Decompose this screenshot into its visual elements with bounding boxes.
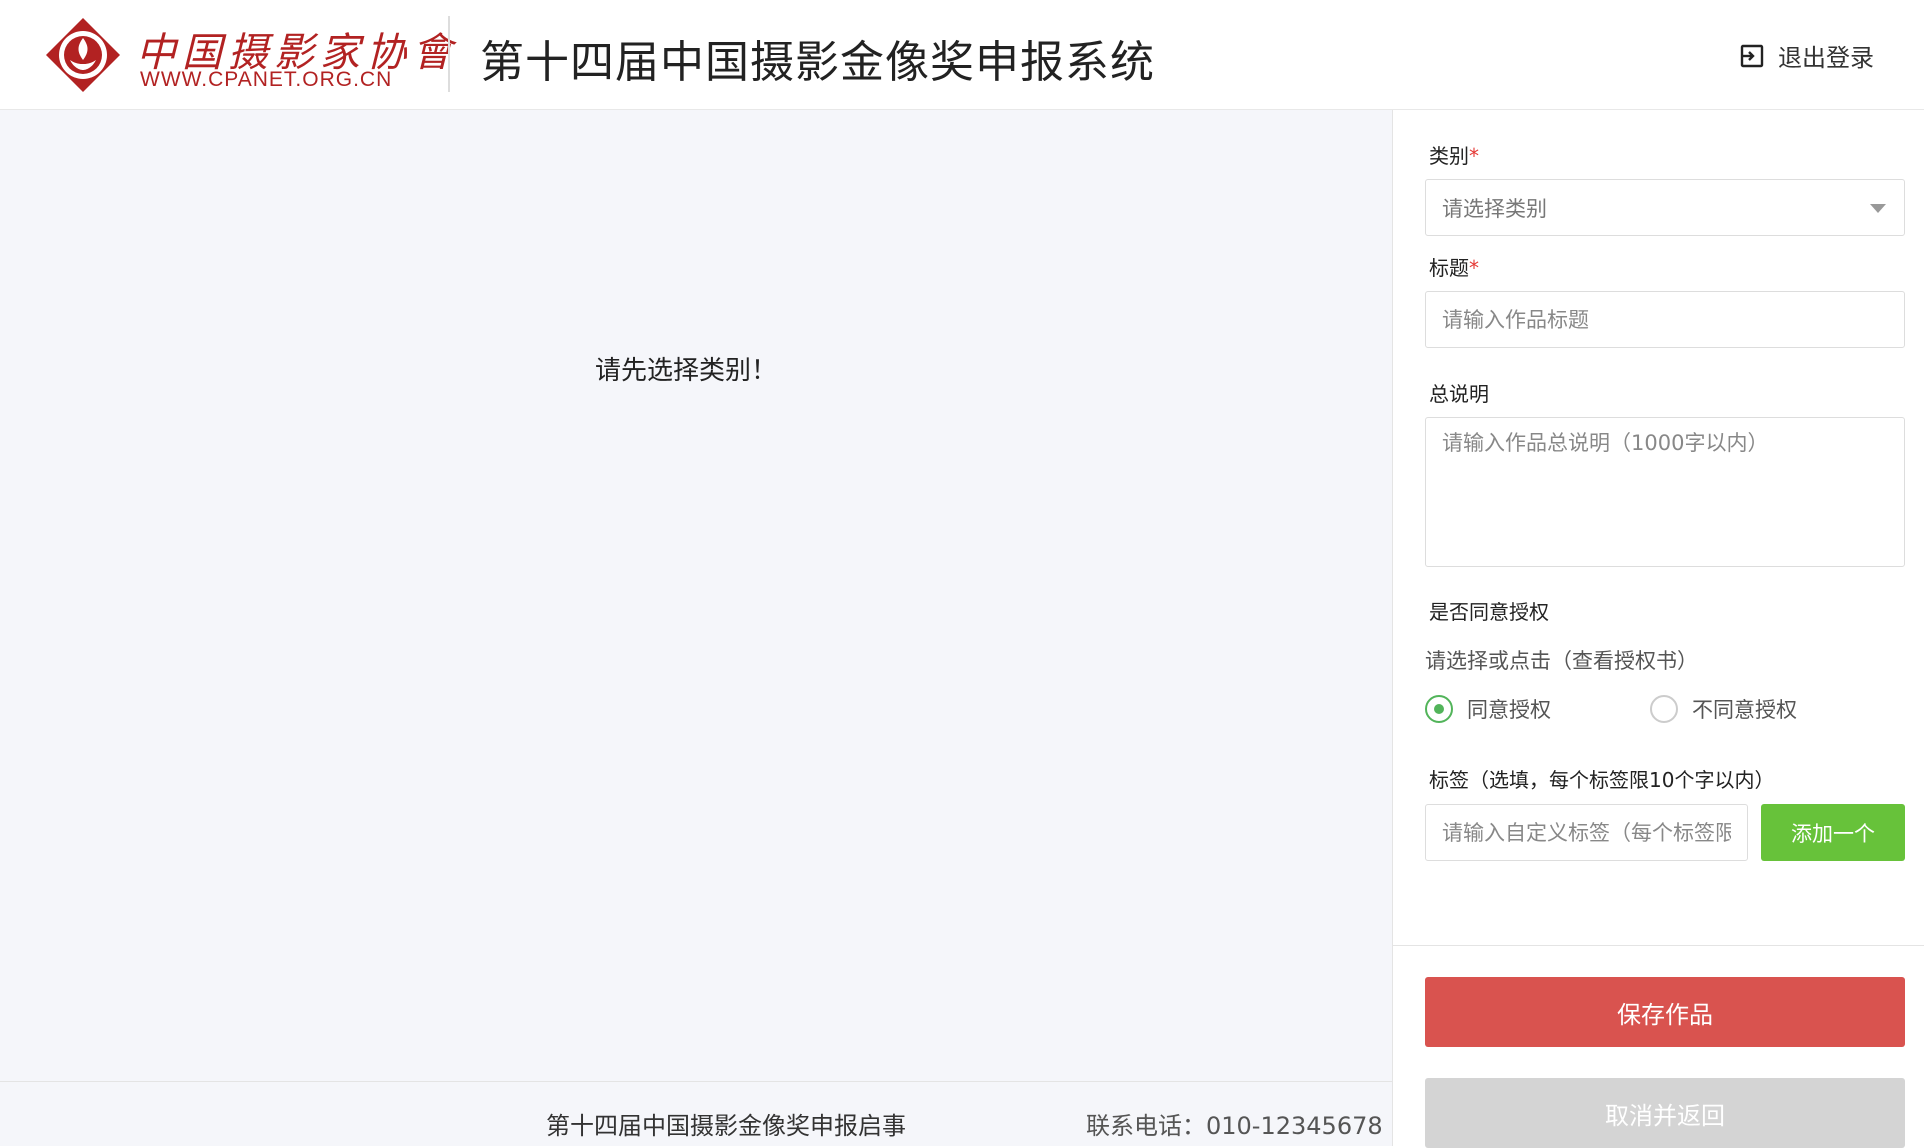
header: 中国摄影家协會 WWW.CPANET.ORG.CN 第十四届中国摄影金像奖申报系… <box>0 0 1924 110</box>
contact-phone: 联系电话：010-12345678 <box>1086 1112 1383 1140</box>
submission-form: 类别* 请选择类别 标题* 总说明 是否同意授权 请选择或点击（查看授权书） 同… <box>1392 110 1924 1148</box>
logo-url-text: WWW.CPANET.ORG.CN <box>140 68 393 91</box>
category-label-text: 类别 <box>1429 144 1469 168</box>
description-label: 总说明 <box>1429 382 1489 406</box>
radio-checked-icon <box>1425 695 1453 723</box>
tag-input[interactable] <box>1425 804 1748 861</box>
title-label: 标题* <box>1429 252 1479 281</box>
required-mark: * <box>1469 256 1479 280</box>
category-placeholder: 请选择类别 <box>1442 196 1547 221</box>
description-textarea[interactable] <box>1425 417 1905 567</box>
logout-icon <box>1740 44 1764 67</box>
save-button[interactable]: 保存作品 <box>1425 977 1905 1047</box>
footer: 第十四届中国摄影金像奖申报启事 联系电话：010-12345678 <box>0 1081 1392 1146</box>
logout-button[interactable]: 退出登录 <box>1738 38 1874 73</box>
title-label-text: 标题 <box>1429 256 1469 280</box>
required-mark: * <box>1469 144 1479 168</box>
add-tag-button[interactable]: 添加一个 <box>1761 804 1905 861</box>
radio-unchecked-icon <box>1650 695 1678 723</box>
empty-message: 请先选择类别！ <box>595 356 778 386</box>
radio-disagree-label: 不同意授权 <box>1692 698 1797 722</box>
notice-link[interactable]: 第十四届中国摄影金像奖申报启事 <box>546 1106 906 1141</box>
cpa-emblem-icon <box>46 18 120 92</box>
radio-agree[interactable]: 同意授权 <box>1425 694 1551 724</box>
app-title: 第十四届中国摄影金像奖申报系统 <box>480 37 1155 88</box>
logout-label: 退出登录 <box>1778 44 1874 72</box>
authorization-hint-link[interactable]: 请选择或点击（查看授权书） <box>1425 645 1698 675</box>
chevron-down-icon <box>1870 204 1886 213</box>
cpa-logo[interactable]: 中国摄影家协會 WWW.CPANET.ORG.CN <box>44 16 452 94</box>
radio-disagree[interactable]: 不同意授权 <box>1650 694 1797 724</box>
radio-agree-label: 同意授权 <box>1467 698 1551 722</box>
category-select[interactable]: 请选择类别 <box>1425 179 1905 236</box>
tags-label: 标签（选填，每个标签限10个字以内） <box>1429 768 1775 792</box>
header-divider <box>448 16 450 92</box>
panel-divider <box>1393 945 1924 946</box>
category-label: 类别* <box>1429 140 1479 169</box>
authorization-label: 是否同意授权 <box>1429 600 1549 624</box>
title-input[interactable] <box>1425 291 1905 348</box>
preview-area: 请先选择类别！ <box>0 110 1392 1081</box>
cancel-button[interactable]: 取消并返回 <box>1425 1078 1905 1148</box>
